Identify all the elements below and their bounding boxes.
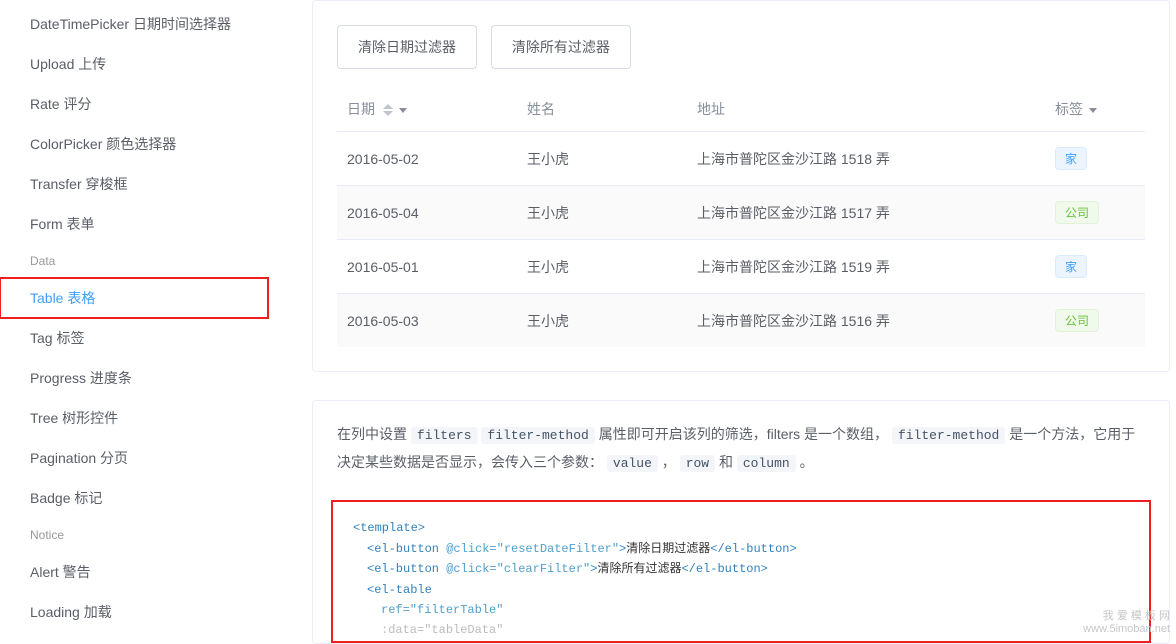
th-date[interactable]: 日期 [337,87,517,132]
desc-text-part: 和 [719,454,733,470]
nav-group-notice: Notice [30,518,294,552]
code-token: </el-button> [681,562,767,576]
data-table: 日期 姓名 地址 标签 2016-05-02王小虎上海市普陀区金沙江路 1518… [337,87,1145,347]
cell-name: 王小虎 [517,132,687,186]
cell-address: 上海市普陀区金沙江路 1519 弄 [687,240,1045,294]
desc-text-part: 在列中设置 [337,426,407,442]
code-tag-filter-method-2: filter-method [892,427,1005,444]
cell-tag: 家 [1045,240,1145,294]
code-tag-column: column [737,455,796,472]
nav-loading[interactable]: Loading 加载 [30,592,294,632]
code-token: @click="resetDateFilter" [439,542,619,556]
tag-badge: 家 [1055,147,1087,170]
code-token: <el-table [367,583,432,597]
cell-date: 2016-05-04 [337,186,517,240]
code-tag-row: row [680,455,715,472]
desc-text-part: 属性即可开启该列的筛选，filters 是一个数组， [599,426,888,442]
code-tag-filter-method: filter-method [481,427,594,444]
code-token: ="filterTable" [403,603,504,617]
nav-tree[interactable]: Tree 树形控件 [30,398,294,438]
code-tag-value: value [607,455,658,472]
nav-form[interactable]: Form 表单 [30,204,294,244]
demo-card: 清除日期过滤器 清除所有过滤器 日期 姓名 地址 标签 [312,0,1170,372]
reset-date-filter-button[interactable]: 清除日期过滤器 [337,25,477,69]
code-block: <template> <el-button @click="resetDateF… [331,500,1151,642]
sort-icon[interactable] [383,104,393,116]
main-content: 清除日期过滤器 清除所有过滤器 日期 姓名 地址 标签 [294,0,1176,644]
watermark-line: 我 爱 模 板 网 [1083,610,1170,623]
table-row: 2016-05-02王小虎上海市普陀区金沙江路 1518 弄家 [337,132,1145,186]
cell-date: 2016-05-01 [337,240,517,294]
cell-tag: 公司 [1045,186,1145,240]
clear-all-filter-button[interactable]: 清除所有过滤器 [491,25,631,69]
code-token: <template> [353,521,425,535]
description-card: 在列中设置 filters filter-method 属性即可开启该列的筛选，… [312,400,1170,644]
code-token: ="tableData" [417,623,503,637]
cell-date: 2016-05-03 [337,294,517,348]
cell-address: 上海市普陀区金沙江路 1517 弄 [687,186,1045,240]
filter-icon[interactable] [1089,108,1097,113]
cell-tag: 家 [1045,132,1145,186]
code-token: :data [381,623,417,637]
code-token: 清除日期过滤器 [626,542,710,556]
cell-name: 王小虎 [517,186,687,240]
code-tag-filters: filters [411,427,478,444]
cell-name: 王小虎 [517,240,687,294]
desc-text-part: ， [662,454,676,470]
tag-badge: 家 [1055,255,1087,278]
table-row: 2016-05-01王小虎上海市普陀区金沙江路 1519 弄家 [337,240,1145,294]
nav-colorpicker[interactable]: ColorPicker 颜色选择器 [30,124,294,164]
nav-rate[interactable]: Rate 评分 [30,84,294,124]
nav-datetimepicker[interactable]: DateTimePicker 日期时间选择器 [30,4,294,44]
nav-tag[interactable]: Tag 标签 [30,318,294,358]
code-token: @click="clearFilter" [439,562,590,576]
tag-badge: 公司 [1055,201,1099,224]
code-token: 清除所有过滤器 [597,562,681,576]
watermark: 我 爱 模 板 网 www.5imoban.net [1083,610,1170,636]
nav-group-data: Data [30,244,294,278]
th-name: 姓名 [517,87,687,132]
sidebar: DateTimePicker 日期时间选择器 Upload 上传 Rate 评分… [0,0,294,644]
code-token: <el-button [367,542,439,556]
nav-badge[interactable]: Badge 标记 [30,478,294,518]
description-text: 在列中设置 filters filter-method 属性即可开启该列的筛选，… [337,421,1145,476]
th-date-label: 日期 [347,101,375,117]
code-token: <el-button [367,562,439,576]
tag-badge: 公司 [1055,309,1099,332]
table-row: 2016-05-03王小虎上海市普陀区金沙江路 1516 弄公司 [337,294,1145,348]
desc-text-part: 。 [800,454,814,470]
nav-upload[interactable]: Upload 上传 [30,44,294,84]
nav-progress[interactable]: Progress 进度条 [30,358,294,398]
nav-transfer[interactable]: Transfer 穿梭框 [30,164,294,204]
nav-alert[interactable]: Alert 警告 [30,552,294,592]
cell-address: 上海市普陀区金沙江路 1518 弄 [687,132,1045,186]
nav-table[interactable]: Table 表格 [0,278,268,318]
cell-date: 2016-05-02 [337,132,517,186]
nav-pagination[interactable]: Pagination 分页 [30,438,294,478]
watermark-line: www.5imoban.net [1083,623,1170,636]
cell-tag: 公司 [1045,294,1145,348]
code-token: </el-button> [710,542,796,556]
th-address: 地址 [687,87,1045,132]
filter-icon[interactable] [399,108,407,113]
code-token: ref [381,603,403,617]
cell-name: 王小虎 [517,294,687,348]
table-row: 2016-05-04王小虎上海市普陀区金沙江路 1517 弄公司 [337,186,1145,240]
th-tag[interactable]: 标签 [1045,87,1145,132]
cell-address: 上海市普陀区金沙江路 1516 弄 [687,294,1045,348]
th-tag-label: 标签 [1055,101,1083,117]
